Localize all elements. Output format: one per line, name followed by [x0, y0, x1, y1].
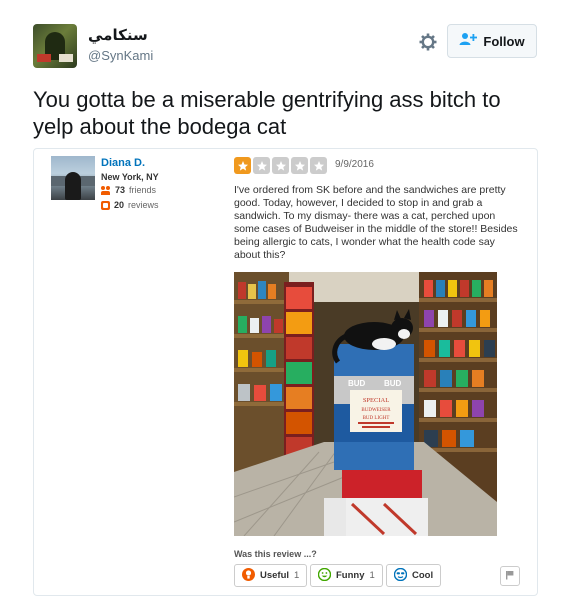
- cool-label: Cool: [412, 570, 434, 581]
- follow-button[interactable]: Follow: [447, 24, 537, 58]
- useful-button[interactable]: Useful 1: [234, 564, 308, 587]
- reviewer-photo[interactable]: [51, 156, 95, 200]
- photo-sign-line-1: SPECIAL: [363, 397, 389, 404]
- review-photo[interactable]: BUD BUD SPECIAL BUDWEISER BUD LIGHT: [234, 272, 497, 536]
- cool-icon: [393, 567, 408, 584]
- bud-box-label-2: BUD: [384, 379, 402, 388]
- star-icon: [253, 157, 270, 174]
- reviews-icon: [101, 200, 110, 210]
- useful-count: 1: [294, 570, 300, 581]
- flag-button[interactable]: [500, 566, 520, 586]
- review-date: 9/9/2016: [335, 159, 374, 170]
- user-handle[interactable]: @SynKami: [88, 48, 153, 63]
- gear-icon[interactable]: [418, 32, 438, 52]
- star-icon: [272, 157, 289, 174]
- funny-icon: [317, 567, 332, 584]
- reviewer-name[interactable]: Diana D.: [101, 157, 145, 169]
- useful-icon: [242, 567, 255, 584]
- star-icon: [310, 157, 327, 174]
- add-user-icon: [459, 32, 478, 51]
- friends-label: friends: [129, 185, 157, 195]
- was-this-review-label: Was this review ...?: [234, 549, 317, 559]
- reviews-count-row: 20 reviews: [101, 200, 159, 210]
- follow-label: Follow: [483, 33, 525, 49]
- useful-label: Useful: [260, 570, 290, 581]
- flag-icon: [505, 567, 515, 585]
- user-display-name[interactable]: سنكامي: [88, 26, 148, 44]
- bud-box-label-1: BUD: [348, 379, 366, 388]
- review-text: I've ordered from SK before and the sand…: [234, 184, 518, 261]
- tweet-text: You gotta be a miserable gentrifying ass…: [33, 87, 501, 139]
- star-icon: [291, 157, 308, 174]
- friends-count-row: 73 friends: [101, 185, 156, 195]
- star-icon: [234, 157, 251, 174]
- photo-sign-line-3: BUD LIGHT: [363, 416, 390, 421]
- cool-button[interactable]: Cool: [386, 564, 442, 587]
- yelp-review-card[interactable]: Diana D. New York, NY 73 friends 20 revi…: [33, 148, 538, 596]
- star-rating: [234, 157, 327, 174]
- funny-count: 1: [369, 570, 375, 581]
- friends-count: 73: [115, 185, 126, 195]
- funny-button[interactable]: Funny 1: [310, 564, 383, 587]
- reviews-count: 20: [114, 200, 125, 210]
- friends-icon: [101, 185, 111, 195]
- tweet-header: سنكامي @SynKami Follow: [33, 24, 538, 70]
- user-avatar[interactable]: [33, 24, 77, 68]
- funny-label: Funny: [336, 570, 365, 581]
- reviews-label: reviews: [128, 200, 159, 210]
- reviewer-location: New York, NY: [101, 172, 159, 182]
- photo-sign-line-2: BUDWEISER: [361, 408, 391, 413]
